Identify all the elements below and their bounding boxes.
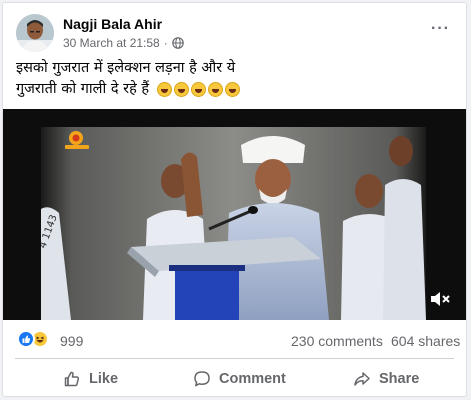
share-label: Share — [379, 371, 420, 387]
thumbs-up-icon — [64, 371, 80, 387]
like-button[interactable]: Like — [63, 360, 119, 396]
comment-button[interactable]: Comment — [193, 360, 286, 396]
volume-muted-icon[interactable] — [429, 290, 453, 308]
comments-count[interactable]: 230 comments — [291, 333, 383, 349]
reactions-count[interactable]: 999 — [60, 333, 83, 349]
share-button[interactable]: Share — [353, 360, 420, 396]
caption-line-2: गुजराती को गाली दे रहे हैं — [16, 81, 150, 97]
comment-label: Comment — [219, 371, 286, 387]
like-label: Like — [89, 371, 119, 387]
caption-line-2-wrap: गुजराती को गाली दे रहे हैं — [16, 79, 456, 100]
post-timestamp[interactable]: 30 March at 21:58 — [63, 36, 160, 50]
reaction-icons[interactable] — [17, 330, 49, 348]
share-arrow-icon — [354, 372, 370, 386]
comment-bubble-icon — [194, 371, 210, 387]
actions-divider — [15, 358, 454, 359]
video-frame: 4 1143 — [3, 109, 466, 320]
post-header: Nagji Bala Ahir 30 March at 21:58 · ··· — [3, 3, 466, 55]
laughing-emoji-icon — [190, 81, 206, 97]
like-reaction-icon — [17, 330, 35, 348]
author-avatar[interactable] — [16, 14, 54, 52]
laughing-emoji-icon — [156, 81, 172, 97]
post-caption: इसको गुजरात में इलेक्शन लड़ना है और ये ग… — [16, 58, 456, 100]
meta-separator: · — [163, 36, 168, 50]
laughing-emoji-icon — [224, 81, 240, 97]
laughing-emoji-icon — [173, 81, 189, 97]
more-options-icon[interactable]: ··· — [431, 20, 450, 38]
laughing-emoji-icon — [207, 81, 223, 97]
post-actions: Like Comment Share — [3, 360, 466, 396]
post-card: Nagji Bala Ahir 30 March at 21:58 · ··· … — [2, 2, 467, 397]
author-name[interactable]: Nagji Bala Ahir — [63, 16, 162, 32]
globe-icon — [171, 37, 184, 49]
post-meta: 30 March at 21:58 · — [63, 36, 184, 50]
laughing-emoji-group — [156, 81, 240, 97]
video-player[interactable]: 4 1143 — [3, 109, 466, 320]
shares-count[interactable]: 604 shares — [391, 333, 460, 349]
caption-line-1: इसको गुजरात में इलेक्शन लड़ना है और ये — [16, 60, 236, 76]
post-stats: 999 230 comments 604 shares — [3, 325, 466, 355]
